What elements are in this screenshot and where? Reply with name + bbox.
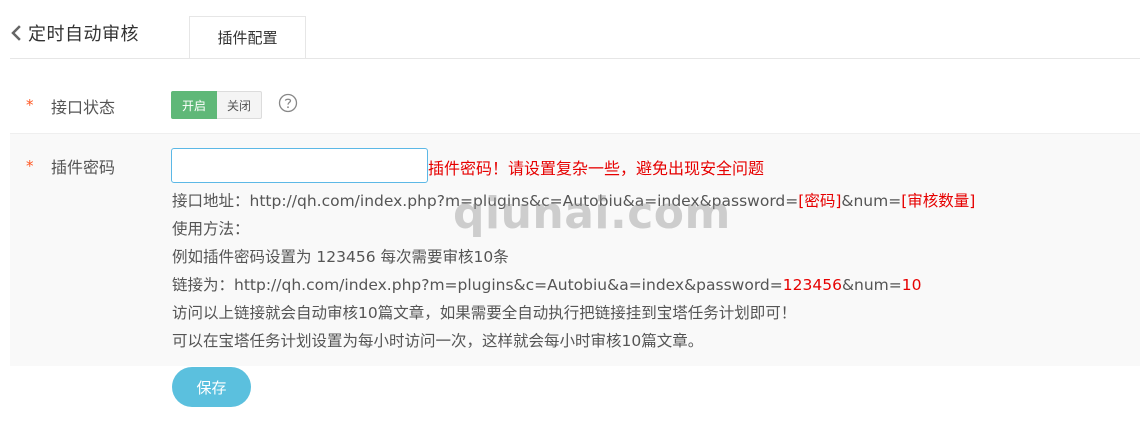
note-text-2: 可以在宝塔任务计划设置为每小时访问一次，这样就会每小时审核10篇文章。 <box>172 332 704 350</box>
status-toggle[interactable]: 开启 关闭 <box>171 91 263 119</box>
status-label: 接口状态 <box>51 98 116 117</box>
password-label: 插件密码 <box>51 158 116 177</box>
back-button[interactable]: 定时自动审核 <box>10 20 139 46</box>
top-bar: 定时自动审核 插件配置 <box>0 0 1140 60</box>
save-button[interactable]: 保存 <box>172 367 251 407</box>
page-title: 定时自动审核 <box>28 24 139 45</box>
example-text: 例如插件密码设置为 123456 每次需要审核10条 <box>172 248 509 266</box>
question-circle-icon[interactable] <box>278 93 298 117</box>
note-text-1: 访问以上链接就会自动审核10篇文章，如果需要全自动执行把链接挂到宝塔任务计划即可… <box>172 304 797 322</box>
example-num: 10 <box>901 276 922 294</box>
toggle-on-option[interactable]: 开启 <box>171 91 218 119</box>
required-mark: * <box>26 96 34 114</box>
password-input[interactable] <box>171 148 428 183</box>
api-address-text: 接口地址：http://qh.com/index.php?m=plugins&c… <box>172 189 975 211</box>
required-mark: * <box>26 157 34 175</box>
password-warning: 插件密码！请设置复杂一些，避免出现安全问题 <box>428 159 765 178</box>
tab-plugin-config[interactable]: 插件配置 <box>189 16 306 59</box>
api-num-param: &num= <box>841 192 902 210</box>
example-password: 123456 <box>782 276 842 294</box>
api-num-placeholder: [审核数量] <box>901 192 976 210</box>
usage-heading: 使用方法： <box>172 220 250 238</box>
toggle-off-option[interactable]: 关闭 <box>217 91 263 119</box>
api-address-prefix: 接口地址：http://qh.com/index.php?m=plugins&c… <box>172 192 799 210</box>
chevron-left-icon <box>11 25 21 41</box>
example-link-text: 链接为：http://qh.com/index.php?m=plugins&c=… <box>172 273 922 295</box>
api-password-placeholder: [密码] <box>798 192 842 210</box>
example-num-param: &num= <box>841 276 902 294</box>
tab-divider <box>10 58 1140 59</box>
example-link-prefix: 链接为：http://qh.com/index.php?m=plugins&c=… <box>172 276 783 294</box>
